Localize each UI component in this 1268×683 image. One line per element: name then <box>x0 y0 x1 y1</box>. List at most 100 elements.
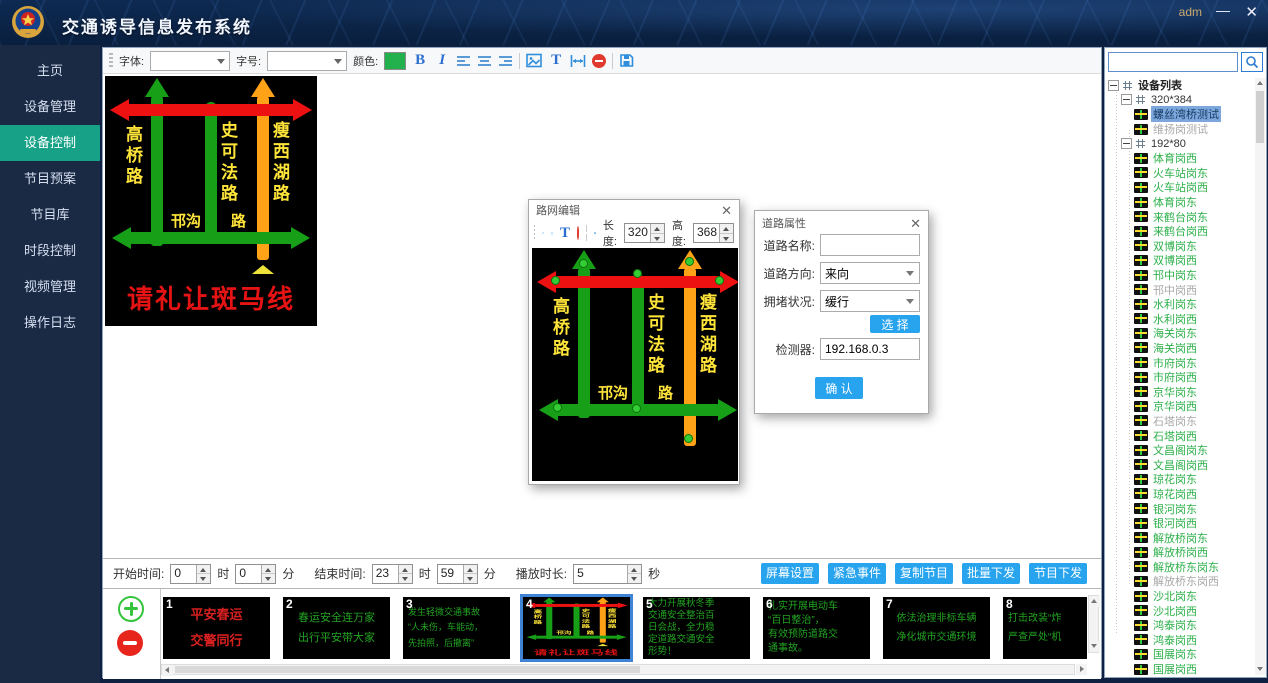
add-program-button[interactable] <box>118 596 144 622</box>
close-button[interactable]: ✕ <box>1245 3 1258 21</box>
playlist-item-7[interactable]: 7依法治理非标车辆净化城市交通环境 <box>883 597 990 659</box>
height-spinner[interactable]: 368 <box>693 223 734 243</box>
playlist-item-5[interactable]: 5大力开展秋冬季交通安全整治百日会战，全力稳定道路交通安全形势！ <box>643 597 750 659</box>
spin-up-icon[interactable] <box>720 224 733 233</box>
spin-up-icon[interactable] <box>399 565 412 574</box>
align-center-icon[interactable] <box>477 54 492 68</box>
scroll-right-icon[interactable] <box>1076 664 1087 675</box>
duration-spinner[interactable]: 5 <box>573 564 642 584</box>
collapse-icon[interactable] <box>1121 138 1132 149</box>
tree-device-item[interactable]: 解放桥东岗西 <box>1108 574 1253 589</box>
length-value[interactable]: 320 <box>625 224 650 242</box>
sidebar-item-program-library[interactable]: 节目库 <box>0 197 100 233</box>
tree-device-item[interactable]: 国展岗东 <box>1108 647 1253 662</box>
sidebar-item-device-manage[interactable]: 设备管理 <box>0 89 100 125</box>
text-tool-icon[interactable]: T <box>560 225 570 242</box>
start-hour-value[interactable]: 0 <box>171 565 196 583</box>
fit-width-icon[interactable] <box>570 54 586 68</box>
spin-down-icon[interactable] <box>197 573 210 583</box>
device-search-input[interactable] <box>1108 52 1238 72</box>
scrollbar-thumb[interactable] <box>1256 91 1264 143</box>
sidebar-item-home[interactable]: 主页 <box>0 53 100 89</box>
road-name-input[interactable] <box>820 234 920 256</box>
tree-root[interactable]: 设备列表 <box>1108 78 1253 93</box>
tree-device-item[interactable]: 市府岗东 <box>1108 355 1253 370</box>
road-properties-titlebar[interactable]: 道路属性 ✕ <box>755 211 928 235</box>
playlist-item-3[interactable]: 3发生轻微交通事故“人未伤，车能动，先拍照，后撤离” <box>403 597 510 659</box>
save-icon[interactable] <box>594 226 596 240</box>
double-arrow-icon[interactable] <box>551 226 553 241</box>
draw-line-icon[interactable] <box>542 226 544 240</box>
end-minute-spinner[interactable]: 59 <box>437 564 478 584</box>
tree-device-item[interactable]: 来鹤台岗东 <box>1108 209 1253 224</box>
roadnet-close-icon[interactable]: ✕ <box>721 204 732 217</box>
tree-device-item[interactable]: 鸿泰岗西 <box>1108 633 1253 648</box>
spin-down-icon[interactable] <box>651 233 664 243</box>
spin-down-icon[interactable] <box>262 573 275 583</box>
start-minute-value[interactable]: 0 <box>236 565 261 583</box>
tree-device-item[interactable]: 来鹤台岗西 <box>1108 224 1253 239</box>
remove-program-button[interactable] <box>117 630 143 656</box>
spin-down-icon[interactable] <box>464 573 477 583</box>
congestion-select[interactable]: 缓行 <box>820 290 920 312</box>
tree-device-item[interactable]: 琼花岗西 <box>1108 487 1253 502</box>
save-icon[interactable] <box>619 53 634 68</box>
spin-up-icon[interactable] <box>628 565 641 574</box>
insert-text-icon[interactable]: T <box>548 52 564 69</box>
sidebar-item-operation-log[interactable]: 操作日志 <box>0 305 100 341</box>
roadnet-dialog-titlebar[interactable]: 路网编辑 ✕ <box>529 200 739 220</box>
end-minute-value[interactable]: 59 <box>438 565 463 583</box>
tree-device-item[interactable]: 银河岗东 <box>1108 501 1253 516</box>
scroll-left-icon[interactable] <box>162 665 173 676</box>
spin-down-icon[interactable] <box>399 573 412 583</box>
playlist-item-2[interactable]: 2春运安全连万家出行平安带大家 <box>283 597 390 659</box>
detector-input[interactable] <box>820 338 920 360</box>
batch-send-button[interactable]: 批量下发 <box>962 563 1020 584</box>
spin-up-icon[interactable] <box>262 565 275 574</box>
scroll-down-icon[interactable] <box>1255 664 1266 675</box>
start-minute-spinner[interactable]: 0 <box>235 564 276 584</box>
device-search-button[interactable] <box>1241 52 1263 72</box>
playlist-item-1[interactable]: 1平安春运交警同行 <box>163 597 270 659</box>
align-left-icon[interactable] <box>456 54 471 68</box>
toolbar-drag-handle[interactable] <box>109 53 113 69</box>
scroll-up-icon[interactable] <box>1089 596 1100 607</box>
scroll-down-icon[interactable] <box>1089 641 1100 652</box>
align-right-icon[interactable] <box>498 54 513 68</box>
tree-device-item[interactable]: 双博岗东 <box>1108 239 1253 254</box>
tree-device-item[interactable]: 银河岗西 <box>1108 516 1253 531</box>
playlist-horizontal-scrollbar[interactable] <box>161 664 1075 675</box>
screen-settings-button[interactable]: 屏幕设置 <box>761 563 819 584</box>
tree-device-item[interactable]: 市府岗西 <box>1108 370 1253 385</box>
tree-device-item[interactable]: 鸿泰岗东 <box>1108 618 1253 633</box>
emergency-event-button[interactable]: 紧急事件 <box>828 563 886 584</box>
tree-device-item[interactable]: 文昌阁岗西 <box>1108 457 1253 472</box>
playlist-item-8[interactable]: 8打击改装“炸严查严处“机 <box>1003 597 1087 659</box>
tree-device-item[interactable]: 体育岗东 <box>1108 195 1253 210</box>
spin-up-icon[interactable] <box>464 565 477 574</box>
tree-device-item[interactable]: 石塔岗西 <box>1108 428 1253 443</box>
spin-up-icon[interactable] <box>651 224 664 233</box>
collapse-icon[interactable] <box>1108 80 1119 91</box>
length-spinner[interactable]: 320 <box>624 223 665 243</box>
tree-device-item[interactable]: 石塔岗东 <box>1108 414 1253 429</box>
playlist-item-4[interactable]: 4高桥路史可法路瘦西湖路邗沟路请礼让斑马线 <box>523 597 630 659</box>
editor-canvas[interactable]: 高桥路史可法路瘦西湖路邗沟路请礼让斑马线 路网编辑 ✕ T <box>103 74 1101 558</box>
sidebar-item-period-control[interactable]: 时段控制 <box>0 233 100 269</box>
scrollbar-thumb[interactable] <box>175 666 640 673</box>
collapse-icon[interactable] <box>1121 94 1132 105</box>
tree-device-item[interactable]: 火车站岗西 <box>1108 180 1253 195</box>
end-hour-spinner[interactable]: 23 <box>372 564 413 584</box>
tree-device-item[interactable]: 国展岗西 <box>1108 662 1253 675</box>
tree-device-item[interactable]: 水利岗西 <box>1108 312 1253 327</box>
tree-device-item[interactable]: 双博岗西 <box>1108 253 1253 268</box>
insert-image-icon[interactable] <box>526 53 542 68</box>
road-direction-select[interactable]: 来向 <box>820 262 920 284</box>
minimize-button[interactable]: — <box>1216 2 1230 18</box>
tree-device-item[interactable]: 海关岗西 <box>1108 341 1253 356</box>
tree-device-item[interactable]: 体育岗西 <box>1108 151 1253 166</box>
tree-group[interactable]: 320*384 <box>1108 93 1253 108</box>
road-properties-close-icon[interactable]: ✕ <box>910 217 921 230</box>
playlist-item-6[interactable]: 6扎实开展电动车“百日整治”，有效预防道路交通事故。 <box>763 597 870 659</box>
font-select[interactable] <box>150 51 230 71</box>
